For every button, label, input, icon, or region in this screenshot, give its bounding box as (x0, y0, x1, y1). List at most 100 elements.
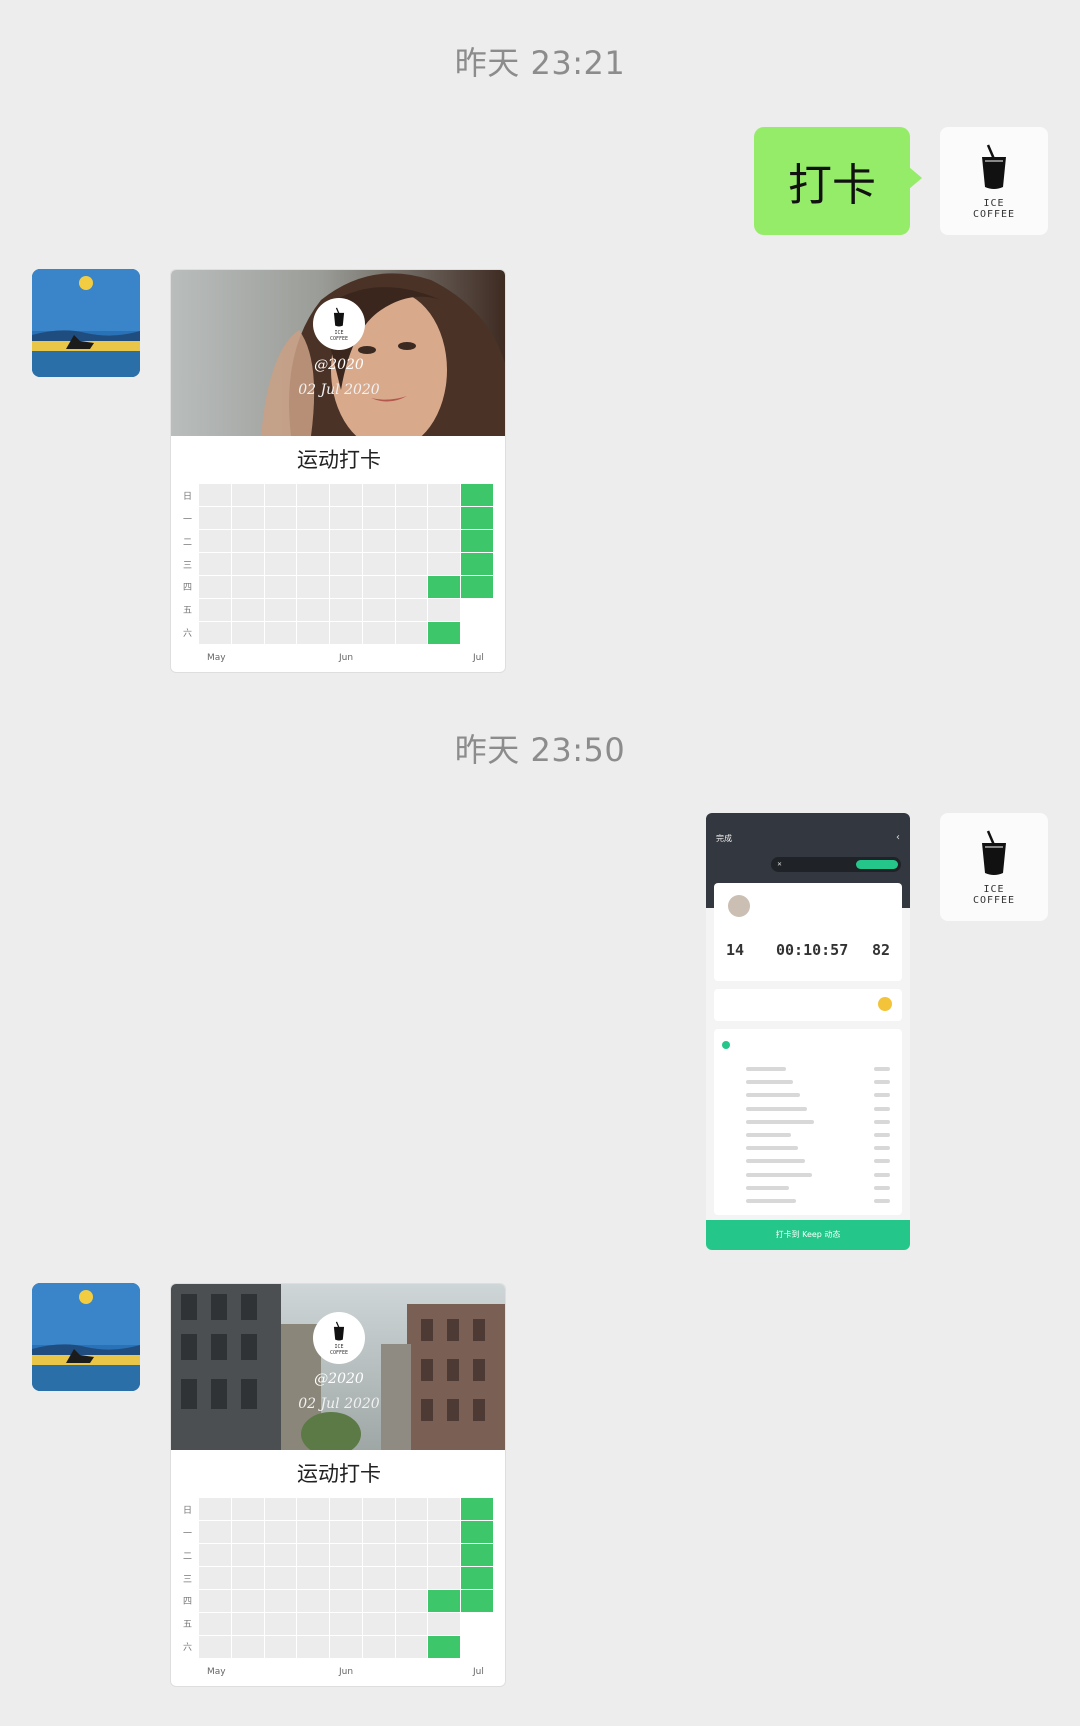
heatmap-cell (395, 576, 428, 598)
heatmap-cell (362, 484, 395, 506)
heatmap-cell (461, 1636, 493, 1658)
heatmap-cell (330, 484, 362, 506)
heatmap-cell (264, 553, 297, 575)
exercise-row (746, 1133, 791, 1137)
exercise-row (746, 1067, 786, 1071)
heatmap-cell (264, 1567, 297, 1589)
heatmap-cell (428, 1498, 461, 1520)
heatmap-cell (264, 1498, 297, 1520)
exercise-row (746, 1146, 798, 1151)
heatmap-cell (199, 1590, 231, 1612)
message-bubble-outgoing[interactable]: 打卡 (754, 127, 922, 235)
heatmap-cell (330, 1590, 362, 1612)
day-label: 四 (183, 1597, 193, 1608)
month-label: May (207, 1667, 226, 1677)
heatmap-cell (297, 622, 330, 644)
avatar-logo-text: ICE COFFEE (972, 197, 1016, 220)
status-bar (706, 813, 910, 823)
heatmap-cell (428, 622, 461, 644)
day-label: 一 (183, 514, 193, 525)
heatmap-cell (330, 507, 362, 529)
heatmap-cell (264, 1613, 297, 1635)
screenshot-image-message[interactable]: 完成 ‹ ✕ 14 00:10:57 82 打卡到 Keep 动态 (706, 813, 910, 1250)
heatmap-cell (199, 553, 231, 575)
heatmap-cell (297, 1590, 330, 1612)
heatmap-cell (362, 622, 395, 644)
day-label: 三 (183, 560, 193, 571)
month-label: Jun (339, 1667, 354, 1677)
heatmap-cell (428, 1636, 461, 1658)
heatmap-cell (362, 1521, 395, 1543)
avatar-friend[interactable] (32, 269, 140, 377)
heatmap-cell (199, 484, 231, 506)
exercise-row-time (874, 1093, 890, 1098)
heatmap-cell (362, 599, 395, 621)
card-date: 02 Jul 2020 (298, 382, 380, 398)
screenshot-pill: ✕ (771, 857, 901, 872)
avatar-self[interactable]: ICE COFFEE (940, 127, 1048, 235)
landscape-avatar-image (32, 269, 140, 377)
exercise-row-time (874, 1199, 890, 1203)
heatmap-cell (264, 1521, 297, 1543)
exercise-row-time (874, 1080, 890, 1085)
day-label: 一 (183, 1528, 193, 1539)
heatmap-cell (199, 1521, 231, 1543)
heatmap-cell (330, 1567, 362, 1589)
heatmap-cell (264, 1544, 297, 1566)
month-label: Jul (473, 653, 484, 663)
heatmap-cell (264, 599, 297, 621)
heatmap-cell (461, 1521, 493, 1543)
heatmap-cell (362, 1590, 395, 1612)
heatmap-cell (330, 530, 362, 552)
heatmap-cell (330, 553, 362, 575)
checkin-card[interactable]: ICE COFFEE @2020 02 Jul 2020 运动打卡 日一二三四五六… (170, 269, 506, 673)
heatmap-cell (461, 507, 493, 529)
landscape-avatar-image (32, 1283, 140, 1391)
heatmap-cell (264, 622, 297, 644)
heatmap-cell (395, 1544, 428, 1566)
heatmap-cell (199, 576, 231, 598)
heatmap-cell (428, 1613, 461, 1635)
exercise-row (746, 1172, 812, 1177)
avatar-self[interactable]: ICE COFFEE (940, 813, 1048, 921)
heatmap-cell (362, 507, 395, 529)
exercise-row-time (874, 1159, 890, 1164)
heatmap-cell (428, 507, 461, 529)
heatmap-cell (297, 530, 330, 552)
card-logo: ICE COFFEE (313, 1312, 365, 1364)
avatar-logo-text: ICE COFFEE (972, 883, 1016, 906)
heatmap-cell (330, 1498, 362, 1520)
stat-value: 82 (872, 941, 891, 959)
card-title: 运动打卡 (297, 448, 381, 472)
heatmap-cell (231, 1544, 264, 1566)
heatmap-cell (231, 507, 264, 529)
heatmap-cell (330, 576, 362, 598)
exercise-row-time (874, 1172, 890, 1177)
exercise-row (746, 1199, 796, 1203)
heatmap-cell (428, 553, 461, 575)
heatmap-cell (330, 1636, 362, 1658)
checkin-card[interactable]: ICE COFFEE @2020 02 Jul 2020 运动打卡 日一二三四五六… (170, 1283, 506, 1687)
heatmap-cell (428, 599, 461, 621)
heatmap-cell (428, 1590, 461, 1612)
day-label: 五 (183, 606, 193, 617)
card-handle: @2020 (314, 1371, 364, 1387)
heatmap-cell (330, 1544, 362, 1566)
heatmap-cell (461, 1613, 493, 1635)
iced-coffee-icon (982, 144, 1006, 189)
avatar-friend[interactable] (32, 1283, 140, 1391)
day-label: 二 (183, 537, 193, 548)
heatmap-cell (231, 576, 264, 598)
heatmap-cell (231, 484, 264, 506)
timestamp: 昨天 23:21 (454, 44, 626, 82)
heatmap-cell (297, 1567, 330, 1589)
card-photo: ICE COFFEE @2020 02 Jul 2020 (171, 270, 505, 436)
heatmap-cell (199, 1636, 231, 1658)
card-date: 02 Jul 2020 (298, 1396, 380, 1412)
heatmap-cell (297, 484, 330, 506)
heatmap-cell (395, 1521, 428, 1543)
heatmap-cell (428, 576, 461, 598)
heatmap-cell (395, 1567, 428, 1589)
heatmap-cell (330, 1521, 362, 1543)
heatmap-cell (231, 1521, 264, 1543)
